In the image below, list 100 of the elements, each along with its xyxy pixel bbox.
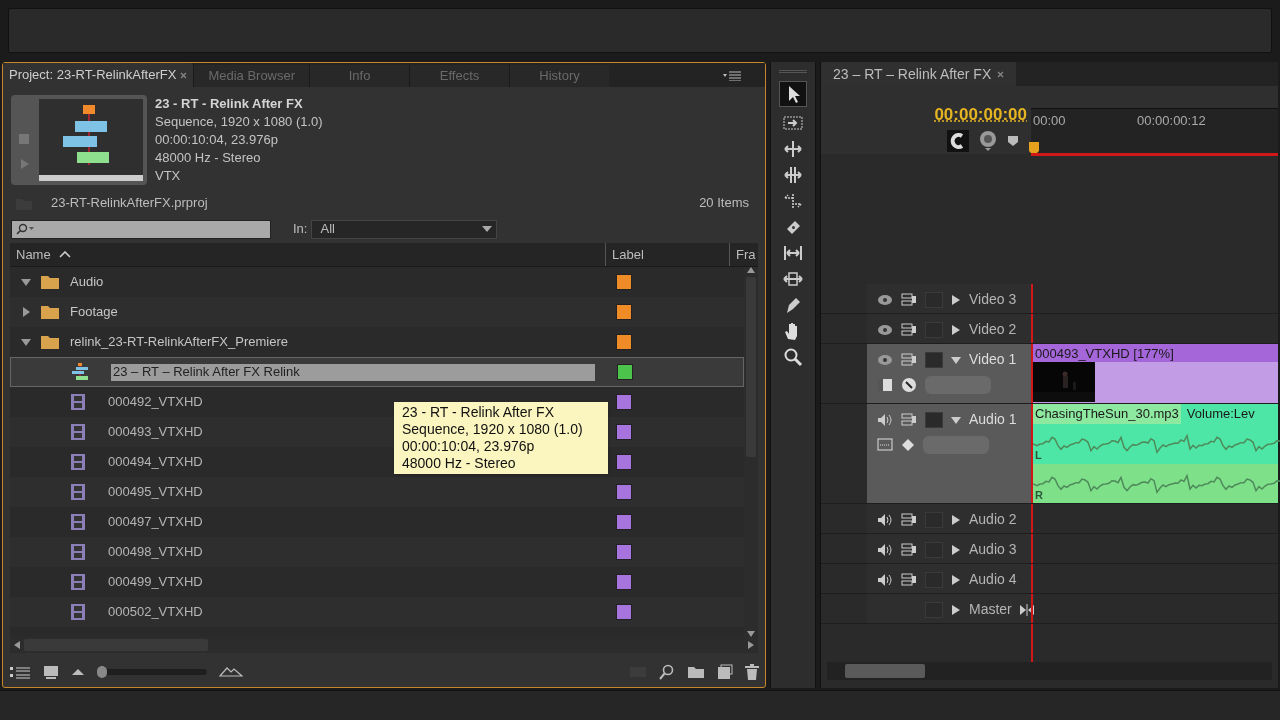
collapsed-triangle-icon[interactable] xyxy=(951,294,961,305)
expanded-triangle-icon[interactable] xyxy=(20,276,32,288)
ripple-tool-icon xyxy=(783,139,803,159)
close-icon[interactable] xyxy=(997,70,1005,78)
new-folder-icon[interactable] xyxy=(687,665,705,679)
film-clip-icon xyxy=(70,543,86,561)
in-dropdown[interactable]: All xyxy=(311,219,498,239)
item-name: Footage xyxy=(70,303,118,322)
column-header[interactable]: Label xyxy=(606,243,730,266)
search-field[interactable] xyxy=(11,219,271,239)
column-header[interactable]: Name xyxy=(10,243,606,266)
marker-icon[interactable] xyxy=(1007,134,1019,147)
sync-lock-icon[interactable] xyxy=(901,543,917,556)
item-name: 000492_VTXHD xyxy=(108,393,203,412)
item-name: Audio xyxy=(70,273,104,292)
sync-lock-icon[interactable] xyxy=(901,573,917,586)
eye-icon[interactable] xyxy=(877,353,893,366)
list-row[interactable]: Footage xyxy=(10,297,744,327)
trash-icon[interactable] xyxy=(745,664,759,680)
speaker-icon[interactable] xyxy=(877,512,893,527)
sequence-info: VTX xyxy=(155,167,182,185)
display-style-icon[interactable] xyxy=(877,378,893,392)
horizontal-scrollbar[interactable] xyxy=(827,662,1272,680)
expanded-triangle-icon[interactable] xyxy=(951,354,961,365)
playhead-icon[interactable] xyxy=(1029,142,1041,156)
collapsed-triangle-icon[interactable] xyxy=(951,544,961,555)
timecode-display[interactable]: 00:00:00:00 xyxy=(934,102,1027,128)
list-row[interactable]: 000495_VTXHD xyxy=(10,477,744,507)
eye-icon[interactable] xyxy=(877,293,893,306)
timeline-tab[interactable]: 23 – RT – Relink After FX xyxy=(821,62,1017,86)
list-row[interactable]: 000498_VTXHD xyxy=(10,537,744,567)
sequence-info: 48000 Hz - Stereo xyxy=(155,149,262,167)
ruler-label: 00:00:00:12 xyxy=(1137,112,1206,130)
new-item-icon[interactable] xyxy=(717,664,733,680)
list-view-icon[interactable] xyxy=(9,665,31,679)
panel-tab[interactable]: Project: 23-RT-RelinkAfterFX xyxy=(3,63,194,87)
item-name: 000497_VTXHD xyxy=(108,513,203,532)
marker-globe-icon[interactable] xyxy=(979,129,997,152)
scroll-thumb[interactable] xyxy=(845,664,925,678)
keyframe-toggle-icon[interactable] xyxy=(901,377,917,393)
large-mountain-icon[interactable] xyxy=(219,667,243,677)
lock-toggle[interactable] xyxy=(925,411,943,428)
channel-label: L xyxy=(1035,448,1042,463)
tooltip-line: 48000 Hz - Stereo xyxy=(402,455,517,472)
film-clip-icon xyxy=(70,453,86,471)
zoom-tool-icon xyxy=(783,347,803,367)
collapsed-triangle-icon[interactable] xyxy=(951,604,961,615)
sync-lock-icon[interactable] xyxy=(901,323,917,336)
sync-lock-icon[interactable] xyxy=(901,513,917,526)
caret-icon xyxy=(482,226,493,232)
speaker-icon[interactable] xyxy=(877,572,893,587)
sync-lock-icon[interactable] xyxy=(901,353,917,366)
scroll-right-icon[interactable] xyxy=(748,641,754,649)
close-icon[interactable] xyxy=(180,71,188,79)
audio-clip[interactable]: ChasingTheSun_30.mp3 Volume:Lev L R xyxy=(1033,404,1278,503)
track-name: Master xyxy=(969,600,1012,619)
zoom-slider[interactable] xyxy=(97,666,207,678)
panel-menu-icon[interactable] xyxy=(723,71,741,81)
slide-tool-icon xyxy=(783,269,803,289)
clip-title: ChasingTheSun_30.mp3 xyxy=(1033,404,1181,424)
sequence-title: 23 - RT - Relink After FX xyxy=(155,95,304,113)
film-clip-icon xyxy=(70,573,86,591)
sync-lock-icon[interactable] xyxy=(901,413,917,426)
expanded-triangle-icon[interactable] xyxy=(20,336,32,348)
film-clip-icon xyxy=(70,483,86,501)
master-link-icon[interactable] xyxy=(1019,603,1034,616)
collapsed-triangle-icon[interactable] xyxy=(951,514,961,525)
video-clip[interactable]: 000493_VTXHD [177%] xyxy=(1033,344,1278,403)
snap-magnet-icon[interactable] xyxy=(947,129,969,152)
track-name: Audio 2 xyxy=(969,510,1017,529)
sync-lock-icon[interactable] xyxy=(901,293,917,306)
search-icon[interactable] xyxy=(659,664,675,680)
item-name: 000495_VTXHD xyxy=(108,483,203,502)
name-input-field[interactable]: 23 – RT – Relink After FX Relink xyxy=(111,363,595,381)
project-file-name: 23-RT-RelinkAfterFX.prproj xyxy=(51,194,208,213)
waveform-toggle-icon[interactable] xyxy=(877,438,893,452)
track-name: Audio 1 xyxy=(969,410,1017,429)
slider-thumb[interactable] xyxy=(97,666,107,678)
sequence-icon xyxy=(71,363,89,381)
list-row[interactable]: 23 – RT – Relink After FX Relink xyxy=(10,357,744,387)
speaker-icon[interactable] xyxy=(877,542,893,557)
tool-button[interactable] xyxy=(779,81,807,107)
column-header[interactable]: Fra xyxy=(730,243,756,266)
collapsed-triangle-icon[interactable] xyxy=(951,324,961,335)
list-row[interactable]: 000502_VTXHD xyxy=(10,597,744,627)
rate-tool-icon xyxy=(783,191,803,211)
lock-toggle[interactable] xyxy=(925,351,943,368)
keyframe-icon[interactable] xyxy=(901,438,915,452)
expanded-triangle-icon[interactable] xyxy=(951,414,961,425)
scroll-left-icon[interactable] xyxy=(14,641,20,649)
panel-grip[interactable] xyxy=(779,70,807,73)
speaker-icon[interactable] xyxy=(877,412,893,427)
eye-icon[interactable] xyxy=(877,323,893,336)
item-name: 000494_VTXHD xyxy=(108,453,203,472)
collapsed-triangle-icon[interactable] xyxy=(20,306,32,318)
icon-view-icon[interactable] xyxy=(43,665,59,679)
small-mountain-icon[interactable] xyxy=(71,668,85,676)
collapsed-triangle-icon[interactable] xyxy=(951,574,961,585)
time-ruler[interactable]: 00:00 00:00:00:12 xyxy=(1031,108,1278,154)
rolling-tool-icon xyxy=(783,165,803,185)
